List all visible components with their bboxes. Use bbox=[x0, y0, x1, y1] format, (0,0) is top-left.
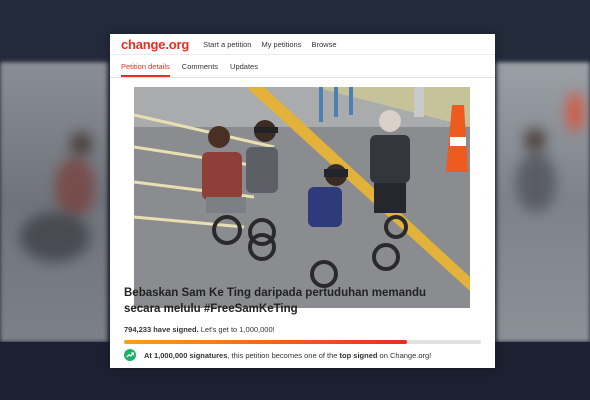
backdrop-right-photo bbox=[496, 62, 590, 342]
petition-title: Bebaskan Sam Ke Ting daripada pertuduhan… bbox=[124, 287, 427, 315]
petition-photo bbox=[134, 87, 470, 308]
signature-progress-fill bbox=[124, 340, 408, 344]
backdrop-left-photo bbox=[0, 62, 108, 342]
signature-progress-bar bbox=[124, 340, 481, 344]
milestone-bold-2: top signed bbox=[339, 350, 378, 360]
milestone-bold-1: At 1,000,000 signatures bbox=[144, 350, 228, 360]
milestone-end: on Change.org! bbox=[377, 350, 432, 360]
signed-suffix: have signed. bbox=[151, 325, 199, 334]
milestone-mid: , this petition becomes one of the bbox=[227, 350, 340, 360]
signature-count-text: 794,233 have signed. Let's get to 1,000,… bbox=[124, 325, 275, 334]
signature-goal: Let's get to 1,000,000! bbox=[198, 325, 275, 334]
tab-comments[interactable]: Comments bbox=[182, 62, 218, 77]
tab-updates[interactable]: Updates bbox=[230, 62, 258, 77]
signature-count: 794,233 bbox=[124, 325, 152, 334]
milestone-note: At 1,000,000 signatures, this petition b… bbox=[124, 349, 431, 361]
nav-my-petitions[interactable]: My petitions bbox=[261, 40, 301, 49]
trending-up-icon bbox=[124, 349, 136, 361]
petition-tabs: Petition details Comments Updates bbox=[110, 55, 495, 78]
petition-page: change.org Start a petition My petitions… bbox=[110, 34, 495, 368]
petition-photo-illustration bbox=[134, 87, 470, 308]
milestone-text: At 1,000,000 signatures, this petition b… bbox=[144, 351, 431, 360]
nav-start-petition[interactable]: Start a petition bbox=[203, 40, 251, 49]
nav-browse[interactable]: Browse bbox=[311, 40, 336, 49]
tab-petition-details[interactable]: Petition details bbox=[121, 62, 170, 77]
change-org-logo[interactable]: change.org bbox=[121, 37, 189, 52]
top-nav: change.org Start a petition My petitions… bbox=[110, 34, 495, 55]
